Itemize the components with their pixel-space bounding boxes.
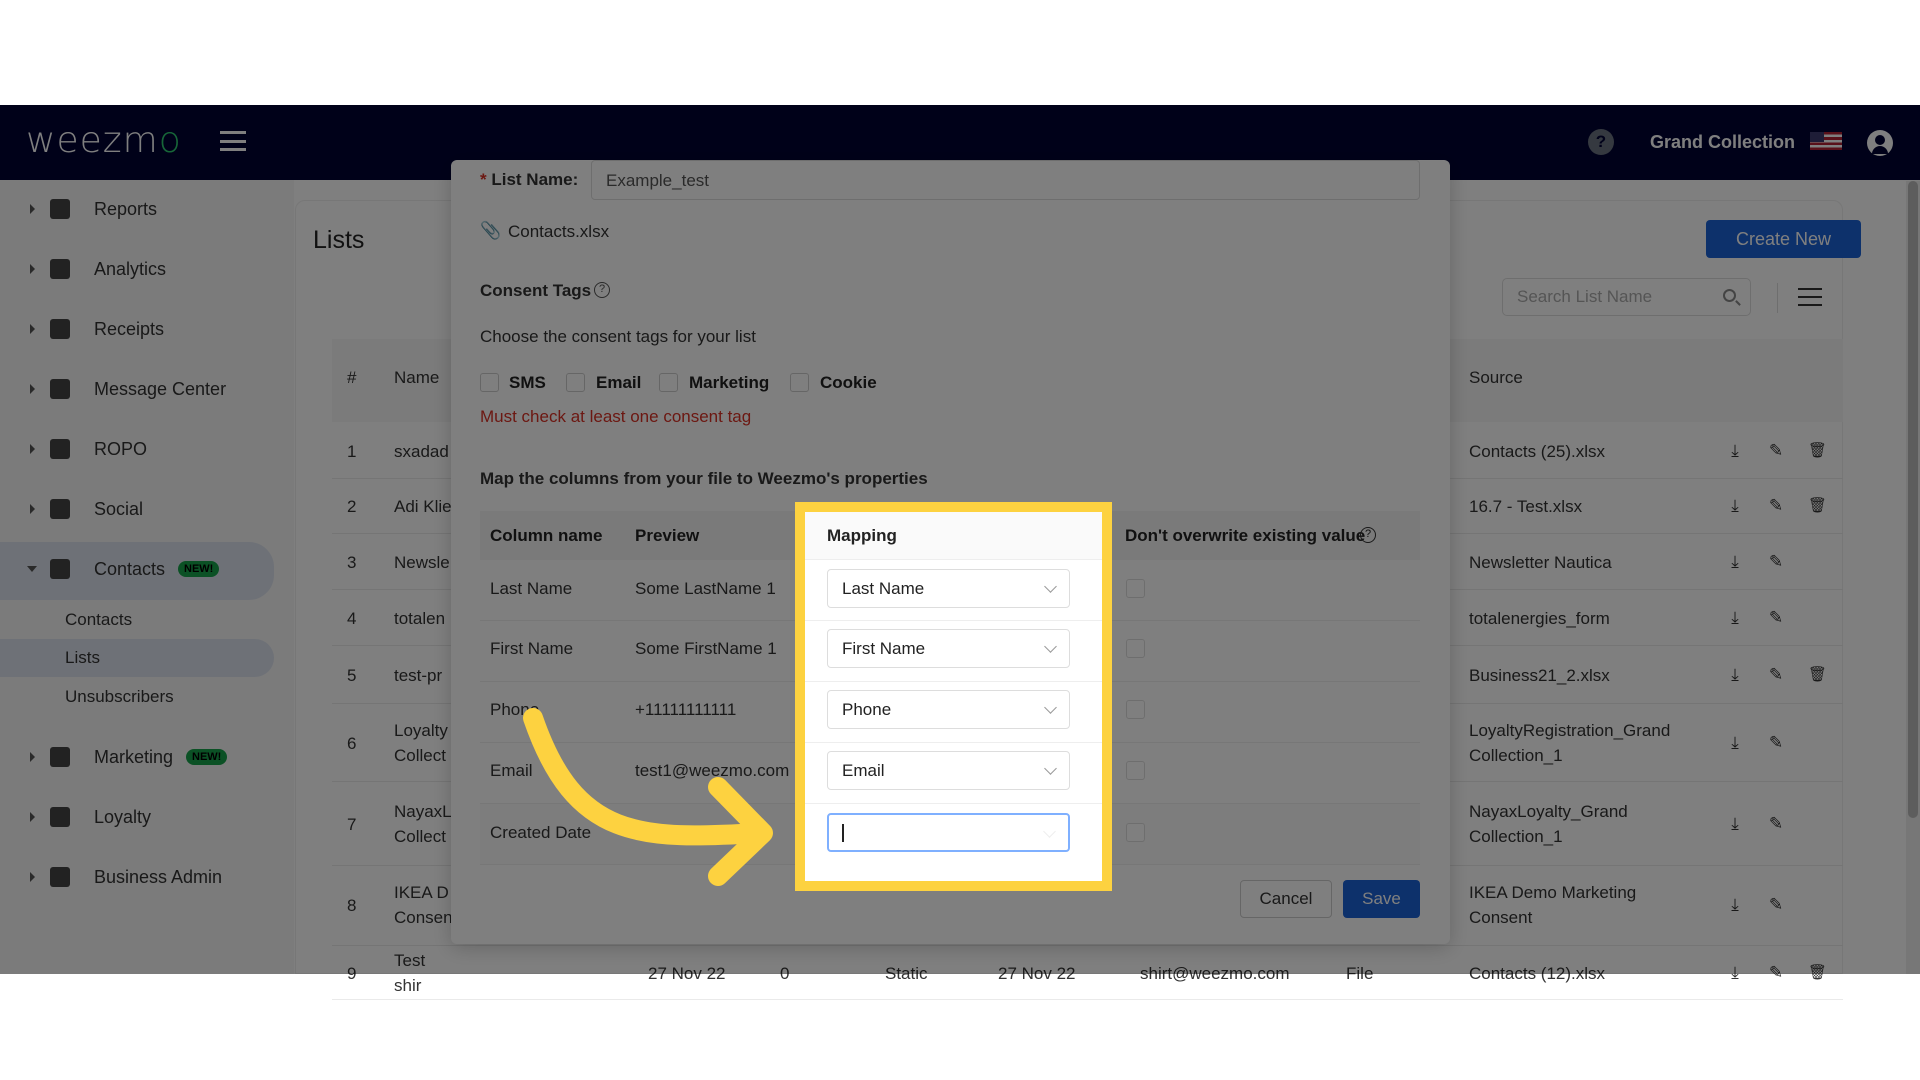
chevron-down-icon [1044, 640, 1057, 653]
mapping-select[interactable] [827, 813, 1070, 852]
mapping-select[interactable]: Last Name [827, 569, 1070, 608]
divider [805, 742, 1102, 743]
divider [805, 803, 1102, 804]
divider [805, 681, 1102, 682]
chevron-down-icon [1044, 762, 1057, 775]
mapping-select-value: First Name [842, 639, 926, 658]
chevron-down-icon [1044, 701, 1057, 714]
chevron-down-icon [1044, 580, 1057, 593]
mapping-header: Mapping [827, 526, 897, 545]
divider [805, 620, 1102, 621]
mapping-select-value: Email [842, 761, 885, 780]
text-cursor [842, 824, 844, 842]
mapping-select[interactable]: First Name [827, 629, 1070, 668]
mapping-select[interactable]: Email [827, 751, 1070, 790]
mapping-select-value: Last Name [842, 579, 925, 598]
mapping-select-value: Phone [842, 700, 892, 719]
mapping-column-highlight: Mapping Last Name First Name Phone Email [795, 502, 1112, 891]
chevron-down-icon [1043, 825, 1056, 838]
mapping-select[interactable]: Phone [827, 690, 1070, 729]
